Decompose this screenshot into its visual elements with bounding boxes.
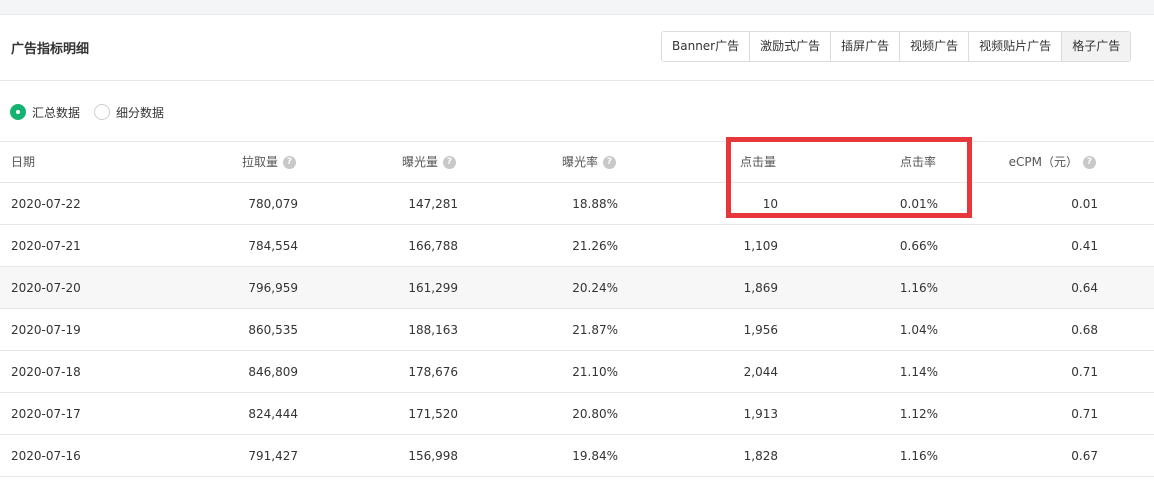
cell-impression-rate: 19.84% [572, 449, 618, 463]
column-header-clicks: 点击量 [739, 155, 776, 169]
tab-interstitial-ad[interactable]: 插屏广告 [831, 32, 901, 61]
top-strip [0, 0, 1154, 15]
cell-clicks: 1,956 [743, 323, 778, 337]
table-row: 2020-07-16 791,427 156,998 19.84% 1,828 … [0, 435, 1154, 477]
cell-date: 2020-07-18 [11, 365, 81, 379]
cell-impression-rate: 21.87% [572, 323, 618, 337]
cell-click-rate: 0.01% [899, 197, 938, 211]
radio-unchecked-icon[interactable] [94, 104, 111, 120]
radio-summary-data[interactable]: 汇总数据 [10, 104, 80, 121]
radio-checked-icon[interactable] [10, 104, 26, 120]
cell-impressions: 166,788 [408, 239, 458, 253]
cell-clicks: 1,109 [743, 239, 778, 253]
table-row: 2020-07-17 824,444 171,520 20.80% 1,913 … [0, 393, 1154, 435]
cell-click-rate: 1.12% [899, 407, 938, 421]
column-header-label: eCPM（元） [1008, 155, 1078, 169]
cell-requests: 846,809 [248, 365, 298, 379]
column-header-date: 日期 [11, 155, 36, 169]
column-header-impression-rate: 曝光率? [562, 142, 616, 182]
view-mode-radio-group: 汇总数据 细分数据 [10, 102, 178, 122]
cell-clicks: 1,828 [743, 449, 778, 463]
cell-impression-rate: 21.26% [572, 239, 618, 253]
radio-detail-data[interactable]: 细分数据 [94, 104, 164, 121]
tab-rewarded-ad[interactable]: 激励式广告 [750, 32, 832, 61]
cell-date: 2020-07-16 [11, 449, 81, 463]
metrics-table: 日期 拉取量? 曝光量? 曝光率? 点击量 点击率 eCPM（元）? 2020-… [0, 141, 1154, 477]
cell-requests: 860,535 [248, 323, 298, 337]
cell-date: 2020-07-19 [11, 323, 81, 337]
cell-requests: 780,079 [248, 197, 298, 211]
cell-impression-rate: 20.24% [572, 281, 618, 295]
column-header-label: 曝光量 [401, 155, 438, 169]
cell-clicks: 1,913 [743, 407, 778, 421]
radio-label: 汇总数据 [32, 105, 81, 120]
column-header-click-rate: 点击率 [899, 155, 936, 169]
cell-ecpm: 0.68 [1071, 323, 1098, 337]
cell-click-rate: 1.16% [899, 449, 938, 463]
column-header-impressions: 曝光量? [402, 142, 456, 182]
tab-grid-ad[interactable]: 格子广告 [1062, 32, 1131, 61]
cell-date: 2020-07-17 [11, 407, 81, 421]
cell-click-rate: 1.14% [899, 365, 938, 379]
cell-impressions: 147,281 [408, 197, 458, 211]
radio-label: 细分数据 [116, 105, 165, 120]
table-row: 2020-07-18 846,809 178,676 21.10% 2,044 … [0, 351, 1154, 393]
cell-impression-rate: 18.88% [572, 197, 618, 211]
page-title: 广告指标明细 [11, 42, 90, 57]
cell-impressions: 188,163 [408, 323, 458, 337]
cell-click-rate: 1.04% [899, 323, 938, 337]
cell-impression-rate: 20.80% [572, 407, 618, 421]
cell-ecpm: 0.64 [1071, 281, 1098, 295]
cell-impressions: 171,520 [408, 407, 458, 421]
help-icon[interactable]: ? [1083, 156, 1096, 169]
cell-requests: 784,554 [248, 239, 298, 253]
table-row: 2020-07-22 780,079 147,281 18.88% 10 0.0… [0, 183, 1154, 225]
cell-impressions: 161,299 [408, 281, 458, 295]
column-header-label: 拉取量 [241, 155, 278, 169]
column-header-label: 曝光率 [561, 155, 598, 169]
tab-banner-ad[interactable]: Banner广告 [662, 32, 751, 61]
table-header-row: 日期 拉取量? 曝光量? 曝光率? 点击量 点击率 eCPM（元）? [0, 142, 1154, 183]
cell-impression-rate: 21.10% [572, 365, 618, 379]
help-icon[interactable]: ? [603, 156, 616, 169]
cell-date: 2020-07-21 [11, 239, 81, 253]
cell-impressions: 156,998 [408, 449, 458, 463]
tab-video-ad[interactable]: 视频广告 [900, 32, 970, 61]
table-row: 2020-07-19 860,535 188,163 21.87% 1,956 … [0, 309, 1154, 351]
cell-clicks: 2,044 [743, 365, 778, 379]
cell-requests: 824,444 [248, 407, 298, 421]
cell-clicks: 10 [762, 197, 778, 211]
cell-ecpm: 0.67 [1071, 449, 1098, 463]
column-header-ecpm: eCPM（元）? [1009, 142, 1096, 182]
cell-date: 2020-07-20 [11, 281, 81, 295]
cell-ecpm: 0.41 [1071, 239, 1098, 253]
tab-video-patch-ad[interactable]: 视频贴片广告 [969, 32, 1063, 61]
cell-requests: 791,427 [248, 449, 298, 463]
cell-click-rate: 1.16% [899, 281, 938, 295]
help-icon[interactable]: ? [283, 156, 296, 169]
help-icon[interactable]: ? [443, 156, 456, 169]
table-row: 2020-07-20 796,959 161,299 20.24% 1,869 … [0, 267, 1154, 309]
cell-requests: 796,959 [248, 281, 298, 295]
panel-header: 广告指标明细 Banner广告 激励式广告 插屏广告 视频广告 视频贴片广告 格… [0, 15, 1154, 81]
table-row: 2020-07-21 784,554 166,788 21.26% 1,109 … [0, 225, 1154, 267]
cell-date: 2020-07-22 [11, 197, 81, 211]
cell-click-rate: 0.66% [899, 239, 938, 253]
cell-ecpm: 0.71 [1071, 407, 1098, 421]
cell-ecpm: 0.71 [1071, 365, 1098, 379]
column-header-requests: 拉取量? [242, 142, 296, 182]
cell-ecpm: 0.01 [1071, 197, 1098, 211]
ad-type-tabs: Banner广告 激励式广告 插屏广告 视频广告 视频贴片广告 格子广告 [661, 31, 1132, 62]
cell-impressions: 178,676 [408, 365, 458, 379]
cell-clicks: 1,869 [743, 281, 778, 295]
